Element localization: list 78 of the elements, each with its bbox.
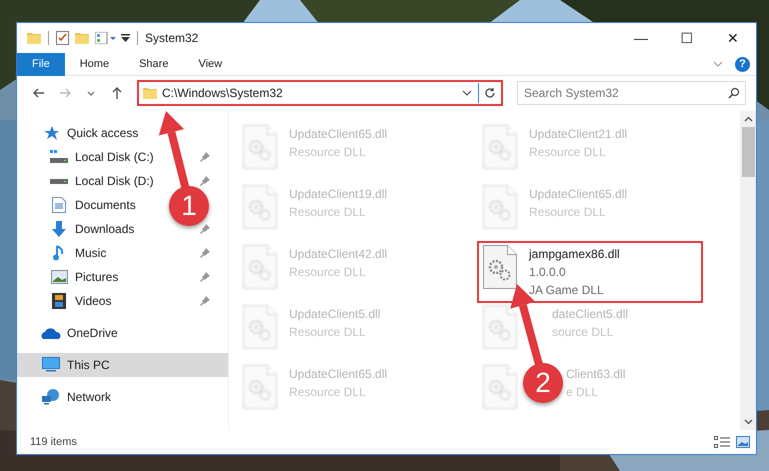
sidebar-item[interactable]: Network [67, 390, 112, 404]
file-name: Client63.dll [566, 366, 626, 383]
ribbon-tab[interactable]: Home [64, 52, 124, 76]
file-name: jampgamex86.dll [529, 246, 620, 263]
maximize-button[interactable]: ☐ [664, 23, 710, 53]
file-detail: 1.0.0.0 [529, 264, 567, 281]
window-title: System32 [145, 30, 198, 47]
file-detail: source DLL [552, 324, 614, 341]
file-name: UpdateClient21.dll [529, 126, 628, 143]
search-icon [728, 86, 740, 98]
gear-file-icon [483, 245, 517, 289]
chevron-icon [713, 61, 723, 67]
folder-icon [27, 32, 41, 44]
search-field[interactable]: Search System32 [517, 80, 746, 104]
address-bar[interactable]: C:\Windows\System32 [137, 80, 503, 106]
refresh-icon [484, 86, 496, 98]
file-detail: Resource DLL [289, 144, 367, 161]
gear-file-icon [483, 125, 517, 169]
sidebar-item[interactable]: Pictures [75, 270, 118, 284]
dropdown-icon [121, 34, 130, 42]
gear-file-icon [243, 305, 277, 349]
details-view-button[interactable] [714, 436, 730, 448]
file-detail: JA Game DLL [529, 282, 605, 299]
file-name: dateClient5.dll [552, 306, 628, 323]
file-detail: Resource DLL [289, 384, 367, 401]
sidebar-item[interactable]: Quick access [67, 126, 138, 140]
gear-file-icon [243, 365, 277, 409]
gear-file-icon [243, 185, 277, 229]
file-item[interactable]: jampgamex86.dll 1.0.0.0 JA Game DLL [477, 241, 703, 303]
file-detail: Resource DLL [289, 204, 367, 221]
tiles-view-button[interactable] [736, 436, 750, 448]
sidebar-item[interactable]: Videos [75, 294, 112, 308]
scrollbar[interactable] [740, 111, 756, 430]
file-name: UpdateClient65.dll [289, 126, 388, 143]
sidebar-item[interactable]: OneDrive [67, 326, 118, 340]
sidebar-item[interactable]: This PC [17, 353, 228, 377]
file-detail: Resource DLL [289, 264, 367, 281]
cloud-icon [41, 327, 61, 339]
film-icon [49, 293, 69, 309]
gear-file-icon [243, 245, 277, 289]
gear-file-icon [483, 185, 517, 229]
file-name: UpdateClient42.dll [289, 246, 388, 263]
sidebar-item[interactable]: Downloads [75, 222, 134, 236]
ribbon-tab[interactable]: Share [124, 52, 184, 76]
file-detail: Resource DLL [529, 144, 607, 161]
minimize-button[interactable]: — [618, 23, 664, 53]
chevron-down-icon [462, 90, 472, 96]
drive-icon [49, 178, 69, 184]
monitor-icon [41, 357, 61, 373]
folder-icon [143, 86, 157, 98]
drive-icon [49, 150, 69, 164]
sidebar-item[interactable]: Local Disk (C:) [75, 150, 154, 164]
document-icon [49, 197, 69, 213]
file-detail: Resource DLL [529, 204, 607, 221]
scrollbar-thumb[interactable] [742, 127, 754, 177]
folder-icon [75, 32, 89, 44]
gear-file-icon [483, 365, 517, 409]
file-detail: e DLL [566, 384, 600, 401]
file-name: UpdateClient65.dll [529, 186, 628, 203]
picture-icon [49, 270, 69, 284]
globe-monitor-icon [41, 389, 61, 405]
file-name: UpdateClient19.dll [289, 186, 388, 203]
ribbon-tab[interactable]: View [183, 52, 238, 76]
download-arrow-icon [49, 221, 69, 237]
ribbon-tab[interactable]: File [17, 52, 65, 76]
gear-file-icon [483, 305, 517, 349]
help-button[interactable]: ? [735, 56, 750, 72]
sidebar-item[interactable]: Documents [75, 198, 136, 212]
sidebar-item[interactable]: Local Disk (D:) [75, 174, 154, 188]
status-text: 119 items [30, 434, 77, 450]
properties-icon [95, 32, 117, 44]
sidebar-item[interactable]: Music [75, 246, 106, 260]
checklist-icon [56, 31, 69, 45]
file-name: UpdateClient65.dll [289, 366, 388, 383]
file-detail: Resource DLL [289, 324, 367, 341]
gear-file-icon [243, 125, 277, 169]
close-button[interactable]: ✕ [710, 23, 756, 53]
file-name: UpdateClient5.dll [289, 306, 380, 323]
